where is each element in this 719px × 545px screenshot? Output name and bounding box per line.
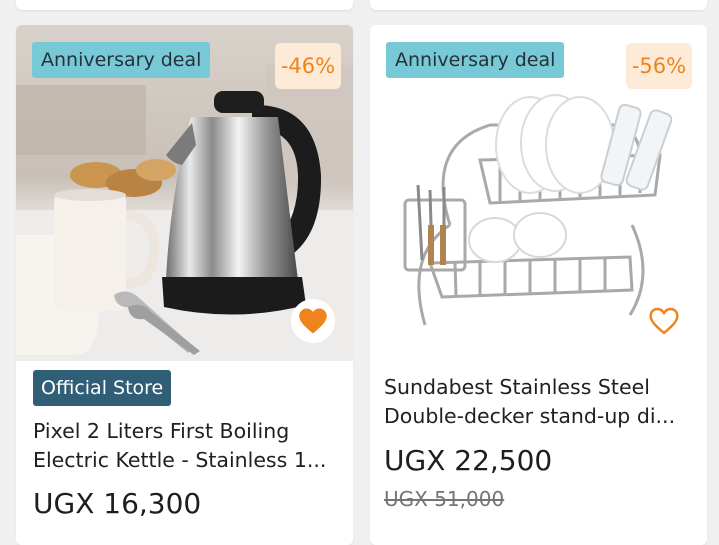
anniversary-deal-badge: Anniversary deal xyxy=(386,42,565,78)
product-image-dish-rack[interactable]: Anniversary deal -56% xyxy=(370,25,707,361)
wishlist-button[interactable] xyxy=(642,299,686,343)
wishlist-button[interactable] xyxy=(291,299,335,343)
product-price: UGX 16,300 xyxy=(33,487,202,520)
product-title[interactable]: Pixel 2 Liters First Boiling Electric Ke… xyxy=(33,417,338,475)
product-card-dish-rack[interactable]: Anniversary deal -56% Sundabest Stainles… xyxy=(370,25,707,545)
previous-card-left-edge[interactable] xyxy=(16,0,353,10)
official-store-badge: Official Store xyxy=(33,370,172,406)
previous-card-right-edge[interactable] xyxy=(370,0,707,10)
product-title-line-1: Pixel 2 Liters First Boiling xyxy=(33,419,290,443)
product-title[interactable]: Sundabest Stainless Steel Double-decker … xyxy=(384,373,689,431)
heart-outline-icon xyxy=(649,307,679,335)
heart-filled-icon xyxy=(299,308,327,334)
product-title-line-2: Double-decker stand-up di... xyxy=(384,404,676,428)
product-image-kettle[interactable]: Anniversary deal -46% xyxy=(16,25,353,361)
product-card-kettle[interactable]: Anniversary deal -46% Official Store Pix… xyxy=(16,25,353,545)
original-price: UGX 51,000 xyxy=(384,487,505,511)
discount-badge: -56% xyxy=(626,43,692,89)
discount-badge: -46% xyxy=(275,43,341,89)
product-title-line-1: Sundabest Stainless Steel xyxy=(384,375,650,399)
product-price: UGX 22,500 xyxy=(384,444,553,477)
product-title-line-2: Electric Kettle - Stainless 1... xyxy=(33,448,327,472)
anniversary-deal-badge: Anniversary deal xyxy=(32,42,211,78)
